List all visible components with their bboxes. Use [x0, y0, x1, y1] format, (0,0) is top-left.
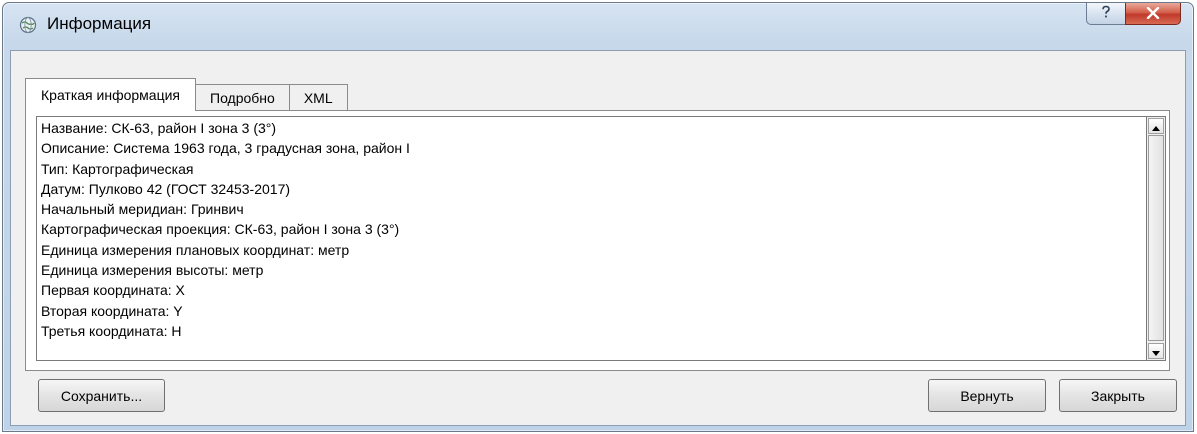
save-button[interactable]: Сохранить...: [38, 379, 165, 412]
info-line-height-unit: Единица измерения высоты: метр: [41, 262, 264, 279]
triangle-up-icon: [1152, 118, 1160, 134]
revert-button[interactable]: Вернуть: [928, 379, 1046, 412]
triangle-down-icon: [1152, 343, 1160, 359]
window-title: Информация: [47, 14, 152, 33]
info-line-type: Тип: Картографическая: [41, 160, 194, 177]
scroll-up-button[interactable]: [1148, 118, 1164, 134]
close-button[interactable]: Закрыть: [1059, 379, 1177, 412]
help-button[interactable]: [1086, 3, 1126, 25]
tab-details[interactable]: Подробно: [195, 84, 290, 111]
dialog-client-area: Краткая информация Подробно XML Название…: [10, 50, 1186, 426]
info-line-name: Название: СК-63, район I зона 3 (3°): [41, 120, 277, 136]
info-line-first-coord: Первая координата: X: [41, 282, 185, 299]
tab-strip: Краткая информация Подробно XML: [25, 78, 348, 111]
info-line-projection: Картографическая проекция: СК-63, район …: [41, 221, 400, 238]
info-line-datum: Датум: Пулково 42 (ГОСТ 32453-2017): [41, 180, 291, 197]
info-line-planar-unit: Единица измерения плановых координат: ме…: [41, 241, 350, 258]
close-window-button[interactable]: [1125, 3, 1181, 25]
tab-xml[interactable]: XML: [288, 84, 348, 111]
info-line-second-coord: Вторая координата: Y: [41, 302, 183, 319]
scroll-down-button[interactable]: [1148, 343, 1164, 359]
info-line-prime-meridian: Начальный меридиан: Гринвич: [41, 201, 244, 218]
info-text-area[interactable]: Название: СК-63, район I зона 3 (3°) Опи…: [36, 116, 1146, 361]
dialog-window: Информация Краткая информация Подробно X…: [2, 2, 1194, 432]
x-icon: [1146, 6, 1160, 22]
info-line-third-coord: Третья координата: H: [41, 322, 182, 339]
globe-icon: [19, 16, 37, 34]
tab-panel-summary: Название: СК-63, район I зона 3 (3°) Опи…: [25, 110, 1170, 371]
scrollbar-thumb[interactable]: [1148, 135, 1164, 341]
question-mark-icon: [1100, 5, 1112, 22]
tab-summary[interactable]: Краткая информация: [25, 78, 196, 111]
info-line-description: Описание: Система 1963 года, 3 градусная…: [41, 140, 410, 157]
title-bar[interactable]: Информация: [3, 3, 1193, 49]
vertical-scrollbar[interactable]: [1146, 116, 1166, 361]
